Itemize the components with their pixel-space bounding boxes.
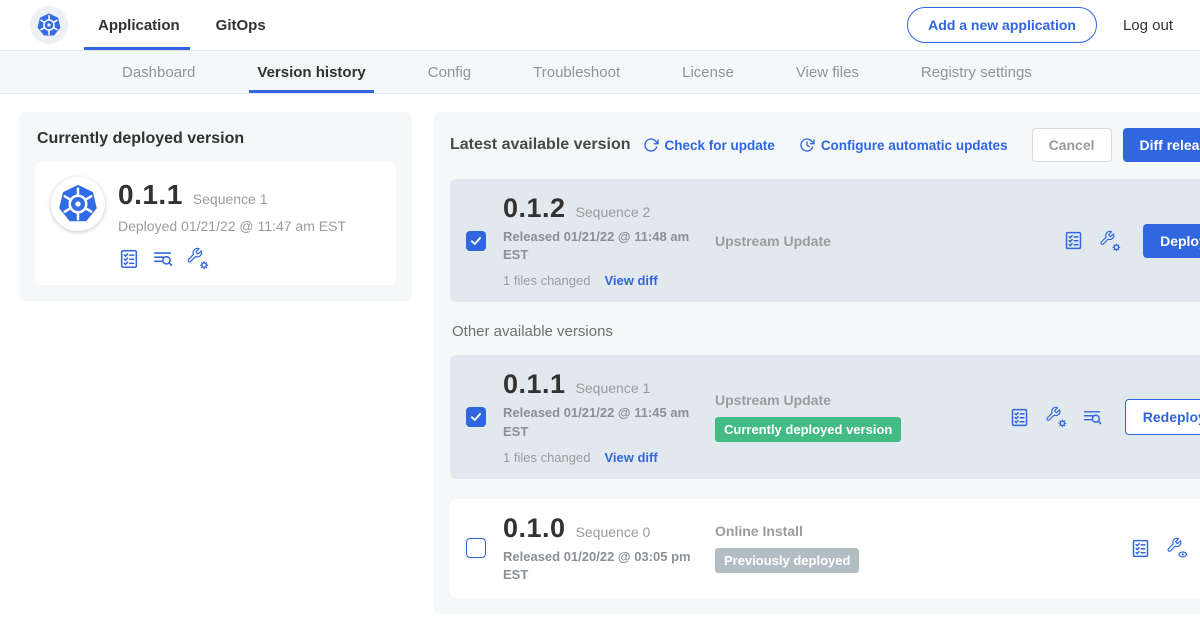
tab-troubleshoot[interactable]: Troubleshoot [533,51,620,93]
preflight-checks-icon[interactable] [1130,538,1151,559]
header-nav: Application GitOps [98,0,302,50]
version-row: 0.1.0 Sequence 0 Released 01/20/22 @ 03:… [450,499,1200,598]
configure-updates-link[interactable]: Configure automatic updates [799,137,1008,153]
version-checkbox[interactable] [466,231,486,251]
deploy-button[interactable]: Deploy [1143,224,1200,258]
main-content: Currently deployed version 0.1.1 Sequenc… [0,94,1200,614]
diff-releases-button[interactable]: Diff releases [1123,128,1200,162]
kubernetes-logo [30,6,68,44]
currently-deployed-panel: Currently deployed version 0.1.1 Sequenc… [19,112,412,301]
edit-config-icon[interactable] [1099,230,1121,252]
check-for-update-label: Check for update [665,138,775,153]
redeploy-button[interactable]: Redeploy [1125,399,1200,435]
sequence-label: Sequence 1 [576,380,651,396]
released-timestamp: Released 01/20/22 @ 03:05 pm EST [503,548,693,584]
released-timestamp: Released 01/21/22 @ 11:48 am EST [503,228,693,264]
nav-tab-application[interactable]: Application [98,0,180,50]
deployed-timestamp: Deployed 01/21/22 @ 11:47 am EST [118,218,346,234]
previously-deployed-badge: Previously deployed [715,548,859,573]
currently-deployed-title: Currently deployed version [37,130,396,148]
deployed-version-number: 0.1.1 [118,179,183,211]
version-source-label: Upstream Update [715,392,933,408]
version-row: 0.1.2 Sequence 2 Released 01/21/22 @ 11:… [450,179,1200,302]
version-checkbox[interactable] [466,538,486,558]
preflight-checks-icon[interactable] [1009,407,1030,428]
configure-updates-label: Configure automatic updates [821,138,1008,153]
view-diff-link[interactable]: View diff [604,273,657,288]
edit-config-icon[interactable] [1045,406,1067,428]
released-timestamp: Released 01/21/22 @ 11:45 am EST [503,404,693,440]
tab-version-history[interactable]: Version history [257,51,365,93]
logout-button[interactable]: Log out [1123,17,1173,34]
version-number: 0.1.1 [503,369,566,400]
files-changed-label: 1 files changed [503,273,590,288]
cancel-button[interactable]: Cancel [1032,128,1112,162]
view-logs-icon[interactable] [152,248,174,270]
nav-tab-gitops[interactable]: GitOps [216,0,266,50]
other-versions-title: Other available versions [452,323,1200,340]
currently-deployed-card: 0.1.1 Sequence 1 Deployed 01/21/22 @ 11:… [35,162,396,285]
version-number: 0.1.0 [503,513,566,544]
view-logs-icon[interactable] [1082,407,1103,428]
currently-deployed-badge: Currently deployed version [715,417,901,442]
tab-license[interactable]: License [682,51,734,93]
version-source-label: Online Install [715,523,933,539]
edit-config-icon[interactable] [186,247,209,270]
preflight-checks-icon[interactable] [1063,230,1084,251]
preflight-checks-icon[interactable] [118,248,140,270]
version-source-label: Upstream Update [715,233,933,249]
sequence-label: Sequence 0 [576,524,651,540]
latest-available-title: Latest available version [450,136,631,154]
clock-refresh-icon [799,137,815,153]
available-versions-panel: Latest available version Check for updat… [434,112,1200,614]
version-checkbox[interactable] [466,407,486,427]
version-row: 0.1.1 Sequence 1 Released 01/21/22 @ 11:… [450,355,1200,478]
view-diff-link[interactable]: View diff [604,450,657,465]
app-logo [51,177,105,231]
tab-registry-settings[interactable]: Registry settings [921,51,1032,93]
app-subnav: Dashboard Version history Config Trouble… [0,50,1200,94]
tab-dashboard[interactable]: Dashboard [122,51,195,93]
check-for-update-link[interactable]: Check for update [643,137,775,153]
files-changed-label: 1 files changed [503,450,590,465]
view-config-icon[interactable] [1166,537,1188,559]
add-application-button[interactable]: Add a new application [907,7,1097,43]
version-number: 0.1.2 [503,193,566,224]
tab-view-files[interactable]: View files [796,51,859,93]
deployed-sequence-label: Sequence 1 [193,191,268,207]
refresh-icon [643,137,659,153]
tab-config[interactable]: Config [428,51,471,93]
top-header: Application GitOps Add a new application… [0,0,1200,50]
sequence-label: Sequence 2 [576,204,651,220]
